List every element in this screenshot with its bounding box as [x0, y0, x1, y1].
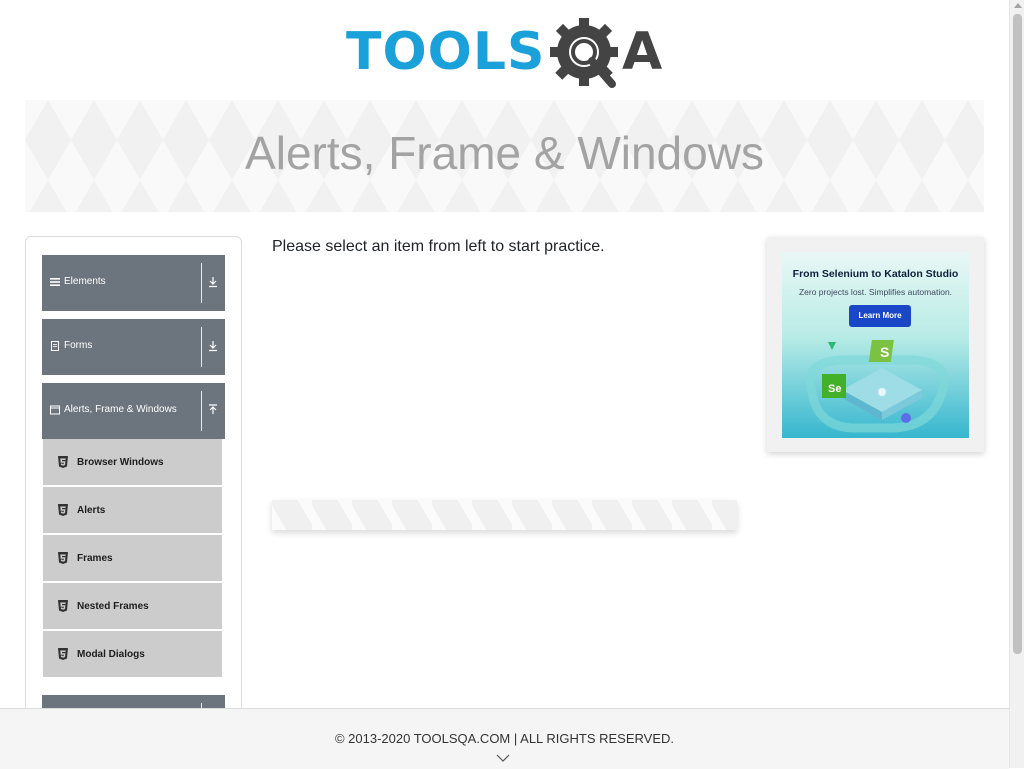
ad-katalon[interactable]: From Selenium to Katalon Studio Zero pro…	[782, 252, 969, 438]
sidebar-item-modal-dialogs[interactable]: Modal Dialogs	[43, 631, 222, 679]
sidebar-group-elements[interactable]: Elements	[42, 255, 225, 311]
document-icon	[51, 341, 59, 351]
divider	[201, 391, 202, 431]
divider	[201, 327, 202, 367]
page-title: Alerts, Frame & Windows	[245, 127, 764, 179]
sidebar-item-frames[interactable]: Frames	[43, 535, 222, 583]
html5-icon	[58, 504, 68, 516]
gear-magnifier-icon	[550, 18, 618, 88]
ad-title: From Selenium to Katalon Studio	[792, 268, 959, 280]
html5-icon	[58, 456, 68, 468]
sidebar-item-label: Frames	[77, 553, 113, 564]
html5-icon	[58, 648, 68, 660]
upload-arrow-icon[interactable]	[206, 403, 220, 417]
chevron-down-icon[interactable]	[496, 753, 510, 763]
logo-text-a: A	[622, 22, 663, 82]
download-arrow-icon[interactable]	[206, 275, 220, 289]
scrollbar[interactable]	[1009, 0, 1024, 768]
toolsqa-logo[interactable]: TOOLS A	[340, 14, 680, 94]
divider	[201, 263, 202, 303]
sidebar-group-label: Forms	[64, 340, 93, 351]
ad-illustration: S Se	[805, 340, 949, 433]
sidebar-group-label: Alerts, Frame & Windows	[64, 404, 177, 415]
list-icon	[50, 278, 60, 286]
svg-text:S: S	[880, 344, 889, 360]
sidebar-item-label: Nested Frames	[77, 601, 149, 612]
sidebar-item-alerts[interactable]: Alerts	[43, 487, 222, 535]
sidebar-item-label: Browser Windows	[77, 457, 164, 468]
sidebar-item-label: Alerts	[77, 505, 106, 516]
scroll-thumb[interactable]	[1013, 14, 1022, 654]
footer: © 2013-2020 TOOLSQA.COM | ALL RIGHTS RES…	[0, 708, 1009, 769]
svg-text:Se: Se	[828, 383, 841, 395]
download-arrow-icon[interactable]	[206, 339, 220, 353]
sidebar-group-alerts-frame-windows[interactable]: Alerts, Frame & Windows	[42, 383, 225, 439]
sidebar-item-nested-frames[interactable]: Nested Frames	[43, 583, 222, 631]
sidebar-group-forms[interactable]: Forms	[42, 319, 225, 375]
ad-subtitle: Zero projects lost. Simplifies automatio…	[798, 287, 953, 297]
scroll-up-arrow-icon[interactable]	[1014, 3, 1022, 8]
learn-more-button[interactable]: Learn More	[849, 305, 911, 327]
intro-text: Please select an item from left to start…	[272, 238, 605, 255]
sidebar-group-label: Elements	[64, 276, 106, 287]
ad-container: From Selenium to Katalon Studio Zero pro…	[767, 237, 984, 452]
sidebar-item-label: Modal Dialogs	[77, 649, 145, 660]
window-icon	[50, 405, 60, 415]
footer-copyright: © 2013-2020 TOOLSQA.COM | ALL RIGHTS RES…	[334, 731, 675, 746]
page-banner: Alerts, Frame & Windows	[25, 100, 984, 212]
html5-icon	[58, 552, 68, 564]
sidebar-item-browser-windows[interactable]: Browser Windows	[43, 439, 222, 487]
ad-strip	[272, 500, 737, 530]
left-panel: Elements Forms Alerts, Frame & Windows B…	[25, 236, 242, 758]
logo-text-tools: TOOLS	[346, 22, 546, 82]
html5-icon	[58, 600, 68, 612]
